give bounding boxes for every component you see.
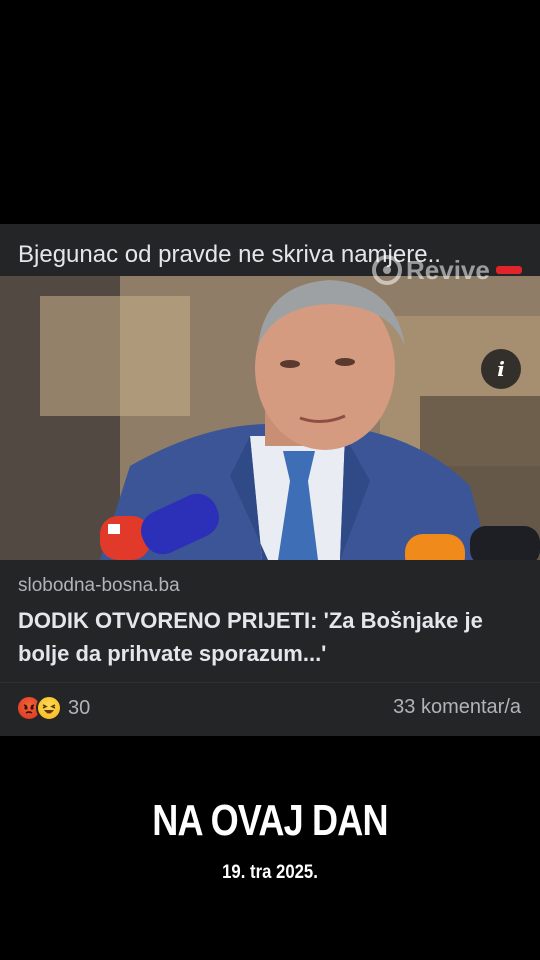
watermark-text: Revive xyxy=(406,254,490,285)
revive-logo-icon xyxy=(372,255,402,285)
on-this-day-title: NA OVAJ DAN xyxy=(152,796,388,845)
article-photo-illustration xyxy=(0,276,540,560)
link-source[interactable]: slobodna-bosna.ba xyxy=(18,575,180,597)
comments-count[interactable]: 33 komentar/a xyxy=(393,696,521,719)
info-icon[interactable]: i xyxy=(481,349,521,389)
reaction-count: 30 xyxy=(68,696,91,719)
reactions-summary[interactable]: 30 xyxy=(16,695,90,721)
memory-date: 19. tra 2025. xyxy=(222,862,318,883)
link-headline[interactable]: DODIK OTVORENO PRIJETI: 'Za Bošnjake je … xyxy=(18,604,523,670)
revive-watermark: Revive xyxy=(372,252,522,288)
article-image[interactable]: i xyxy=(0,276,540,560)
facebook-post-card[interactable]: Bjegunac od pravde ne skriva namjere.. i… xyxy=(0,224,540,736)
reaction-bar: 30 33 komentar/a xyxy=(0,682,540,736)
haha-reaction-icon xyxy=(36,695,62,721)
